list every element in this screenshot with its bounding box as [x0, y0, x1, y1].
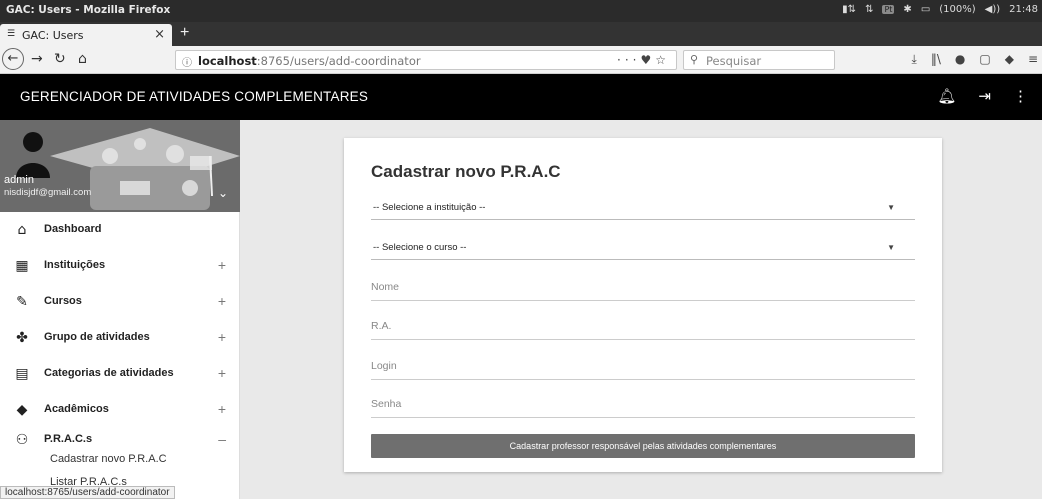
clock[interactable]: 21:48: [1009, 4, 1038, 15]
name-field-wrapper: [371, 279, 915, 301]
window-title: GAC: Users - Mozilla Firefox: [6, 4, 171, 16]
submit-button[interactable]: Cadastrar professor responsável pelas at…: [371, 434, 915, 458]
dropdown-caret-icon: ▼: [887, 243, 895, 252]
user-profile: admin nisdisjdf@gmail.com ⌄: [0, 120, 240, 212]
course-select[interactable]: -- Selecione o curso -- ▼: [371, 236, 915, 260]
sidebar-item-expander[interactable]: –: [218, 431, 226, 447]
tab-strip: ☰ GAC: Users × +: [0, 22, 1042, 46]
sidebar-item-expander[interactable]: +: [218, 365, 226, 381]
volume-icon[interactable]: ◀)): [985, 4, 1001, 15]
new-tab-button[interactable]: +: [180, 24, 189, 42]
profile-name: admin: [4, 174, 34, 186]
more-vert-icon[interactable]: ⋮: [1013, 87, 1028, 105]
page-title: Cadastrar novo P.R.A.C: [371, 162, 561, 181]
battery-level: (100%): [939, 4, 976, 15]
avatar[interactable]: [14, 128, 52, 178]
submenu-cadastrar-prac[interactable]: Cadastrar novo P.R.A.C: [50, 453, 167, 465]
reload-button[interactable]: ↻: [54, 51, 66, 67]
sidebar-item-label: P.R.A.C.s: [44, 433, 93, 445]
toolbar-icons: ⤓ ‖\ ● ▢ ◆ ≡: [912, 52, 1038, 67]
sidebar-item-label: Categorias de atividades: [44, 367, 174, 379]
search-icon: ⚲: [690, 53, 699, 66]
sidebar-toggle-icon[interactable]: ▢: [979, 52, 990, 67]
system-tray: ▮⇅ ⇅ Pt ✱ ▭ (100%) ◀)) 21:48: [842, 4, 1038, 15]
clipboard-icon: ▤: [15, 366, 29, 382]
sidebar-item-label: Dashboard: [44, 223, 102, 235]
sidebar-item-categorias-de-atividades[interactable]: ▤ Categorias de atividades +: [0, 356, 240, 392]
sidebar: admin nisdisjdf@gmail.com ⌄ ⌂ Dashboard …: [0, 120, 240, 499]
page-actions-icon[interactable]: ···: [617, 53, 640, 67]
logout-icon[interactable]: ⇥: [978, 87, 991, 105]
login-input[interactable]: [371, 360, 915, 372]
tab-label: GAC: Users: [22, 29, 84, 42]
tab-favicon-icon: ☰: [7, 29, 16, 39]
sidebar-item-grupo-de-atividades[interactable]: ✤ Grupo de atividades +: [0, 320, 240, 356]
network-icon[interactable]: ▮⇅: [842, 4, 856, 15]
bookmark-star-icon[interactable]: ☆: [655, 53, 670, 67]
password-field-wrapper: [371, 396, 915, 418]
tab-close-icon[interactable]: ×: [154, 27, 165, 42]
institution-select-value: -- Selecione a instituição --: [373, 202, 486, 213]
login-field-wrapper: [371, 358, 915, 380]
bluetooth-icon[interactable]: ✱: [903, 4, 911, 15]
url-actions: ···♥☆: [617, 53, 670, 67]
sidebar-item-expander[interactable]: +: [218, 401, 226, 417]
site-info-icon[interactable]: ⓘ: [182, 54, 192, 69]
ra-input[interactable]: [371, 320, 915, 332]
app-title: GERENCIADOR DE ATIVIDADES COMPLEMENTARES: [20, 89, 369, 104]
library-icon[interactable]: ‖\: [931, 52, 941, 67]
search-placeholder: Pesquisar: [706, 54, 762, 68]
password-input[interactable]: [371, 398, 915, 410]
battery-icon[interactable]: ▭: [921, 4, 930, 15]
notifications-bell-icon[interactable]: 🔔︎: [937, 87, 956, 105]
sidebar-item-label: Grupo de atividades: [44, 331, 150, 343]
form-card: Cadastrar novo P.R.A.C -- Selecione a in…: [344, 138, 942, 472]
browser-nav-bar: ← → ↻ ⌂ ⓘ localhost:8765/users/add-coord…: [0, 46, 1042, 74]
app-header: GERENCIADOR DE ATIVIDADES COMPLEMENTARES…: [0, 74, 1042, 120]
extension-icon[interactable]: ◆: [1005, 52, 1014, 67]
menu-icon[interactable]: ≡: [1028, 52, 1038, 67]
institution-select[interactable]: -- Selecione a instituição -- ▼: [371, 196, 915, 220]
os-top-bar: GAC: Users - Mozilla Firefox ▮⇅ ⇅ Pt ✱ ▭…: [0, 0, 1042, 22]
sidebar-item-expander[interactable]: +: [218, 293, 226, 309]
dropdown-caret-icon: ▼: [887, 203, 895, 212]
transfer-icon[interactable]: ⇅: [865, 4, 873, 15]
course-select-value: -- Selecione o curso --: [373, 242, 467, 253]
back-button[interactable]: ←: [2, 48, 24, 70]
search-bar[interactable]: ⚲ Pesquisar: [683, 50, 835, 70]
keyboard-indicator[interactable]: Pt: [882, 5, 895, 14]
home-button[interactable]: ⌂: [78, 51, 87, 67]
adblock-icon[interactable]: ●: [955, 52, 965, 67]
sidebar-item-label: Cursos: [44, 295, 82, 307]
graduation-cap-icon: ◆: [16, 402, 28, 418]
sidebar-item-dashboard[interactable]: ⌂ Dashboard: [0, 212, 240, 248]
sidebar-item-expander[interactable]: +: [218, 329, 226, 345]
ra-field-wrapper: [371, 318, 915, 340]
building-icon: ▦: [15, 258, 29, 274]
profile-email: nisdisjdf@gmail.com: [4, 187, 92, 198]
puzzle-icon: ✤: [16, 330, 28, 346]
sidebar-item-label: Instituições: [44, 259, 106, 271]
header-actions: 🔔︎ ⇥ ⋮: [937, 87, 1028, 105]
profile-dropdown-chevron-icon[interactable]: ⌄: [218, 186, 228, 200]
people-icon: ⚇: [15, 432, 29, 448]
sidebar-item-instituicoes[interactable]: ▦ Instituições +: [0, 248, 240, 284]
forward-button[interactable]: →: [31, 51, 43, 67]
sidebar-item-expander[interactable]: +: [218, 257, 226, 273]
home-icon: ⌂: [17, 222, 27, 238]
sidebar-item-cursos[interactable]: ✎ Cursos +: [0, 284, 240, 320]
downloads-icon[interactable]: ⤓: [912, 52, 917, 67]
pocket-icon[interactable]: ♥: [640, 53, 655, 67]
pencil-icon: ✎: [16, 294, 28, 310]
status-link-tooltip: localhost:8765/users/add-coordinator: [0, 486, 175, 499]
sidebar-item-label: Acadêmicos: [44, 403, 109, 415]
url-text: localhost:8765/users/add-coordinator: [198, 54, 421, 68]
name-input[interactable]: [371, 281, 915, 293]
url-bar[interactable]: ⓘ localhost:8765/users/add-coordinator ·…: [175, 50, 677, 70]
browser-tab[interactable]: ☰ GAC: Users ×: [0, 24, 172, 46]
